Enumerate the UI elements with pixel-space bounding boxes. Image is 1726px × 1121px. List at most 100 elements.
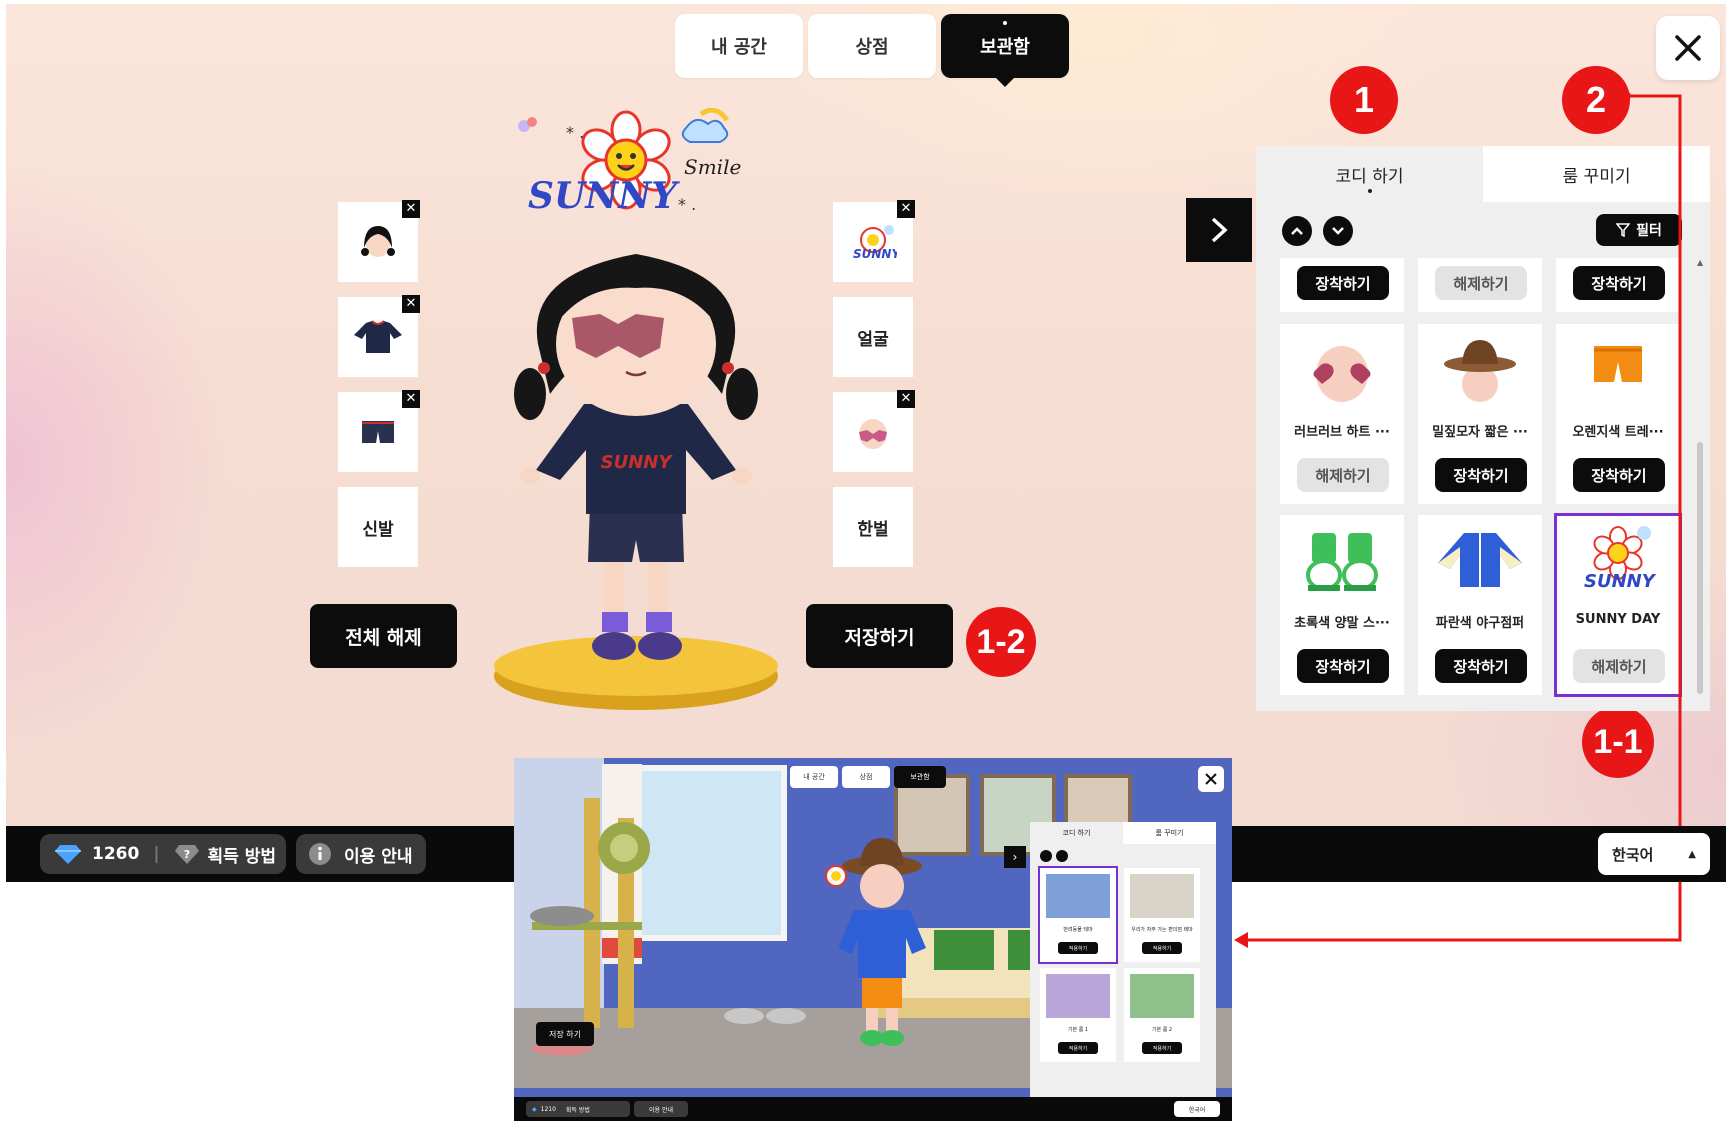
tab-coordinate[interactable]: 코디 하기 — [1256, 146, 1483, 202]
button-label: 해제하기 — [1591, 657, 1647, 676]
item-card[interactable]: 파란색 야구점퍼 장착하기 — [1418, 515, 1542, 695]
unequip-all-button[interactable]: 전체 해제 — [310, 604, 457, 668]
chevron-up-icon — [1291, 227, 1303, 235]
equip-button[interactable]: 장착하기 — [1573, 266, 1665, 300]
item-card-selected[interactable]: SUNNY SUNNY DAY 해제하기 — [1554, 513, 1682, 697]
equip-button[interactable]: 장착하기 — [1297, 649, 1389, 683]
item-name: 러브러브 하트 ··· — [1294, 425, 1390, 440]
button-label: 장착하기 — [1453, 466, 1509, 485]
orange-shorts-icon — [1594, 346, 1642, 382]
slot-face[interactable]: 얼굴 — [833, 297, 913, 377]
active-dot — [1367, 189, 1372, 193]
diamond-question-icon: ? — [174, 845, 199, 864]
slot-label: 얼굴 — [857, 329, 889, 350]
filter-label: 필터 — [1636, 223, 1662, 239]
thumb-tab-coordinate: 코디 하기 — [1030, 822, 1123, 844]
button-label: 전체 해제 — [345, 626, 422, 649]
thumb-gem-info: ◆ 1210 획득 방법 — [526, 1101, 630, 1117]
thumb-chevron-down-icon — [1056, 850, 1068, 862]
active-dot — [1003, 21, 1007, 25]
button-label: 장착하기 — [1315, 657, 1371, 676]
slot-hair[interactable]: ✕ — [338, 200, 420, 282]
scrollbar-thumb[interactable] — [1697, 442, 1703, 694]
how-to-get-link[interactable]: ? 획득 방법 — [174, 842, 276, 867]
heart-glasses-icon — [1313, 346, 1371, 402]
tab-storage[interactable]: 보관함 — [941, 14, 1069, 87]
slot-outfit-set[interactable]: 한벌 — [833, 487, 913, 567]
remove-icon[interactable]: ✕ — [402, 295, 420, 313]
unequip-button[interactable]: 해제하기 — [1297, 458, 1389, 492]
slot-accessory[interactable]: ✕ — [833, 390, 915, 472]
thumb-item-card-selected: 반려동물 테마 적용하기 — [1038, 866, 1118, 964]
item-card[interactable]: 오렌지색 트레··· 장착하기 — [1556, 324, 1680, 504]
thumb-tab-my-space: 내 공간 — [790, 766, 838, 788]
tab-label: 보관함 — [980, 37, 1030, 58]
button-label: 장착하기 — [1591, 466, 1647, 485]
close-button[interactable] — [1656, 16, 1720, 80]
gem-count: 1260 — [92, 844, 140, 864]
slot-bottom[interactable]: ✕ — [338, 390, 420, 472]
thumb-chevron-up-icon — [1040, 850, 1052, 862]
apply-button: 적용하기 — [1142, 1042, 1182, 1054]
shorts-icon — [362, 421, 394, 443]
tab-label: 코디 하기 — [1335, 166, 1404, 187]
equip-button[interactable]: 장착하기 — [1435, 649, 1527, 683]
item-card[interactable]: 밀짚모자 짧은 ··· 장착하기 — [1418, 324, 1542, 504]
diamond-icon — [55, 845, 81, 864]
scroll-down-button[interactable] — [1323, 216, 1353, 246]
item-card[interactable]: 러브러브 하트 ··· 해제하기 — [1280, 324, 1404, 504]
remove-icon[interactable]: ✕ — [897, 200, 915, 218]
slot-face-deco[interactable]: SUNNY ✕ — [833, 200, 915, 282]
filter-button[interactable]: 필터 — [1596, 214, 1682, 246]
thumb-panel: 코디 하기 룸 꾸미기 반려동물 테마 적용하기 우리가 자주 가는 편의점 테… — [1030, 822, 1216, 1116]
slot-top[interactable]: ✕ — [338, 295, 420, 377]
slot-label: 한벌 — [857, 519, 889, 540]
slot-label: 신발 — [362, 519, 394, 540]
straw-hat-icon — [1444, 340, 1516, 402]
item-name: 우리가 자주 가는 편의점 테마 — [1131, 927, 1193, 933]
button-label: 해제하기 — [1315, 466, 1371, 485]
equip-button[interactable]: 장착하기 — [1573, 458, 1665, 492]
apply-button: 적용하기 — [1142, 942, 1182, 954]
slot-shoes[interactable]: 신발 — [338, 487, 418, 567]
thumb-close-icon — [1198, 766, 1224, 792]
unequip-button[interactable]: 해제하기 — [1573, 649, 1665, 683]
button-label: 장착하기 — [1315, 274, 1371, 293]
tab-label: 룸 꾸미기 — [1562, 166, 1631, 187]
unequip-button[interactable]: 해제하기 — [1435, 266, 1527, 300]
button-label: 저장하기 — [844, 626, 915, 649]
panel-scrollbar[interactable]: ▲ — [1696, 258, 1704, 698]
tab-label: 상점 — [859, 773, 873, 781]
item-name: 오렌지색 트레··· — [1572, 425, 1664, 440]
hair-icon — [361, 226, 395, 257]
tab-my-space[interactable]: 내 공간 — [675, 14, 803, 78]
guide-button[interactable]: 이용 안내 — [296, 834, 426, 874]
thumb-language: 한국어 — [1174, 1101, 1220, 1117]
room-decor-preview: 내 공간 상점 보관함 › 코디 하기 룸 꾸미기 반려동물 테마 적용하기 우… — [514, 758, 1232, 1121]
item-card[interactable]: 초록색 양말 스··· 장착하기 — [1280, 515, 1404, 695]
thumb-bottom-bar: ◆ 1210 획득 방법 이용 안내 한국어 — [514, 1097, 1232, 1121]
collapse-panel-button[interactable] — [1186, 198, 1252, 262]
filter-icon — [1616, 223, 1631, 237]
annotation-badge-1-2: 1-2 — [966, 607, 1036, 677]
svg-text:* .: * . — [678, 195, 696, 214]
equip-button[interactable]: 장착하기 — [1297, 266, 1389, 300]
gem-count: 1210 — [540, 1105, 556, 1113]
remove-icon[interactable]: ✕ — [402, 200, 420, 218]
remove-icon[interactable]: ✕ — [402, 390, 420, 408]
face-accessory-icon — [859, 419, 887, 449]
thumb-tab-shop: 상점 — [842, 766, 890, 788]
button-label: 적용하기 — [1152, 1045, 1172, 1052]
language-select[interactable]: 한국어 ▲ — [1598, 833, 1710, 875]
save-button[interactable]: 저장하기 — [806, 604, 953, 668]
badge-label: 2 — [1585, 79, 1607, 120]
closet-panel: 코디 하기 룸 꾸미기 필터 장착하기 해제하기 장착하기 러브러브 하트 ··… — [1256, 146, 1710, 711]
svg-text:SUNNY: SUNNY — [601, 452, 674, 473]
tab-shop[interactable]: 상점 — [808, 14, 936, 78]
tab-room-decor[interactable]: 룸 꾸미기 — [1483, 146, 1710, 202]
equip-button[interactable]: 장착하기 — [1435, 458, 1527, 492]
thumb-guide: 이용 안내 — [634, 1101, 688, 1117]
item-name: 기본 룸 1 — [1067, 1027, 1089, 1033]
scroll-up-button[interactable] — [1282, 216, 1312, 246]
remove-icon[interactable]: ✕ — [897, 390, 915, 408]
